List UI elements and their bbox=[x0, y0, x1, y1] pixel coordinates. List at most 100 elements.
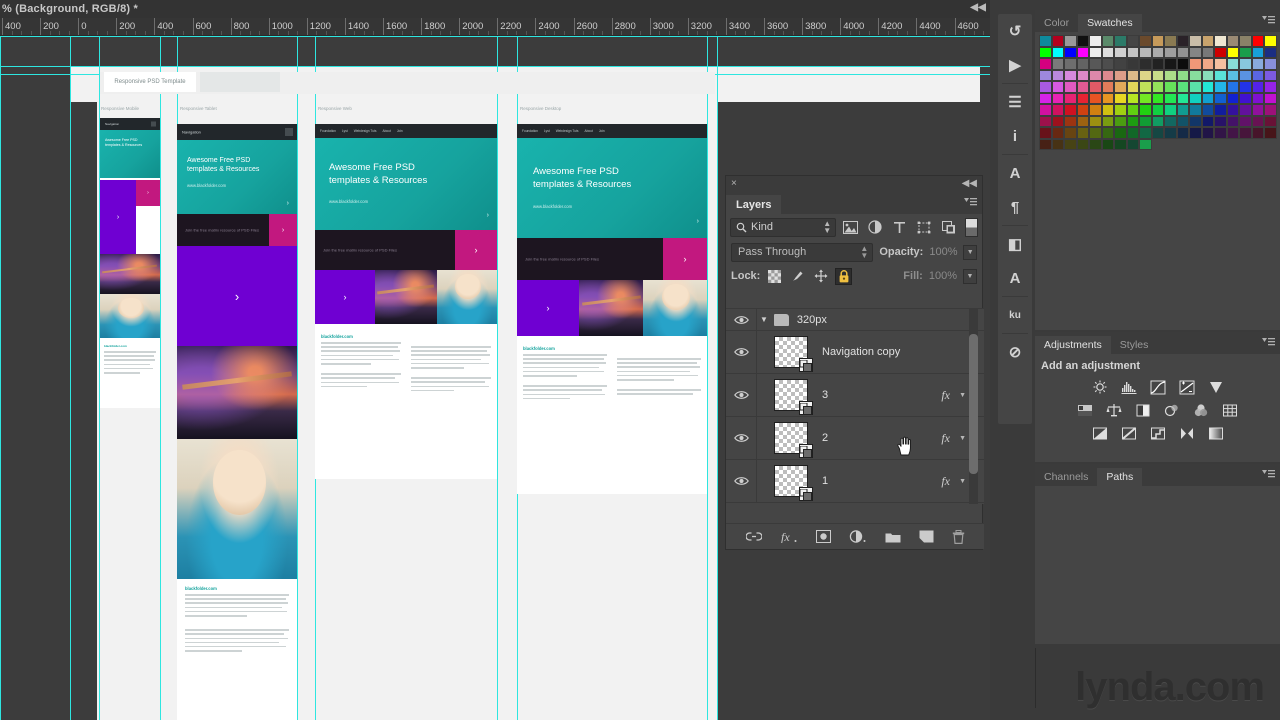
color-swatch[interactable] bbox=[1051, 58, 1064, 70]
desktop-card-arrow[interactable]: › bbox=[663, 238, 707, 280]
layer-visibility-eye-icon[interactable] bbox=[726, 347, 756, 357]
panel-icon-dock[interactable]: ↺ ▶ ☰ i A ¶ ◧ Aku ⊘ bbox=[998, 14, 1032, 424]
mobile-card-arrow[interactable]: › bbox=[136, 180, 160, 206]
color-swatch[interactable] bbox=[1239, 115, 1252, 127]
layer-row[interactable]: 2 fx ▼ bbox=[726, 417, 984, 460]
color-swatch[interactable] bbox=[1064, 138, 1077, 150]
color-swatch[interactable] bbox=[1176, 127, 1189, 139]
color-swatch[interactable] bbox=[1039, 92, 1052, 104]
color-swatch[interactable] bbox=[1039, 69, 1052, 81]
smart-object-filter-icon[interactable] bbox=[939, 218, 960, 237]
tablet-burger-icon[interactable] bbox=[285, 128, 293, 136]
layer-name[interactable]: 2 bbox=[822, 432, 828, 444]
color-swatch[interactable] bbox=[1239, 69, 1252, 81]
color-swatch[interactable] bbox=[1176, 81, 1189, 93]
color-swatch[interactable] bbox=[1151, 69, 1164, 81]
guide-vertical[interactable] bbox=[707, 36, 708, 720]
layer-name[interactable]: 1 bbox=[822, 475, 828, 487]
color-swatch[interactable] bbox=[1239, 92, 1252, 104]
color-swatch[interactable] bbox=[1264, 58, 1277, 70]
color-swatch[interactable] bbox=[1201, 35, 1214, 47]
color-swatch[interactable] bbox=[1126, 35, 1139, 47]
color-swatch[interactable] bbox=[1214, 69, 1227, 81]
color-swatch[interactable] bbox=[1226, 81, 1239, 93]
web-purple-block[interactable]: › bbox=[315, 270, 375, 324]
color-swatch[interactable] bbox=[1076, 127, 1089, 139]
layer-effects-expand-icon[interactable]: ▼ bbox=[959, 478, 966, 485]
color-swatch[interactable] bbox=[1076, 92, 1089, 104]
group-disclosure-triangle-icon[interactable]: ▼ bbox=[760, 315, 768, 324]
color-swatch[interactable] bbox=[1176, 115, 1189, 127]
color-swatch[interactable] bbox=[1089, 35, 1102, 47]
guide-horizontal[interactable] bbox=[0, 66, 990, 67]
color-swatch[interactable] bbox=[1164, 35, 1177, 47]
color-swatch[interactable] bbox=[1264, 69, 1277, 81]
close-icon[interactable]: × bbox=[731, 179, 737, 189]
desktop-hero-url[interactable]: www.blackfolder.com bbox=[533, 204, 691, 209]
color-swatch[interactable] bbox=[1101, 58, 1114, 70]
color-balance-icon[interactable] bbox=[1105, 402, 1124, 419]
lock-image-pixels-icon[interactable] bbox=[789, 268, 806, 285]
pixel-layers-filter-icon[interactable] bbox=[840, 218, 861, 237]
mobile-burger-icon[interactable] bbox=[151, 121, 156, 127]
color-swatch[interactable] bbox=[1214, 115, 1227, 127]
color-swatch[interactable] bbox=[1251, 58, 1264, 70]
color-swatch[interactable] bbox=[1139, 115, 1152, 127]
color-swatch[interactable] bbox=[1189, 58, 1202, 70]
color-swatch[interactable] bbox=[1226, 92, 1239, 104]
selective-color-icon[interactable] bbox=[1177, 425, 1196, 442]
color-swatch[interactable] bbox=[1151, 35, 1164, 47]
guide-vertical[interactable] bbox=[717, 36, 718, 720]
color-swatch[interactable] bbox=[1051, 46, 1064, 58]
mockup-tablet[interactable]: Navigation Awesome Free PSD templates & … bbox=[177, 124, 297, 720]
color-swatch[interactable] bbox=[1251, 127, 1264, 139]
color-swatch[interactable] bbox=[1251, 104, 1264, 116]
layers-panel[interactable]: × ◀◀ Layers Kind ▲ ▼ Pass Through ▲ ▼ Op… bbox=[725, 175, 984, 550]
posterize-icon[interactable] bbox=[1119, 425, 1138, 442]
layer-row[interactable]: ▼ 320px bbox=[726, 309, 984, 331]
color-swatch[interactable] bbox=[1214, 46, 1227, 58]
color-swatch[interactable] bbox=[1239, 35, 1252, 47]
color-swatch[interactable] bbox=[1226, 127, 1239, 139]
color-swatch[interactable] bbox=[1051, 81, 1064, 93]
layer-name[interactable]: 320px bbox=[797, 314, 827, 326]
color-swatch[interactable] bbox=[1089, 58, 1102, 70]
color-swatch[interactable] bbox=[1201, 127, 1214, 139]
guide-vertical[interactable] bbox=[497, 36, 498, 720]
color-swatch[interactable] bbox=[1251, 81, 1264, 93]
color-swatch[interactable] bbox=[1251, 92, 1264, 104]
add-layer-style-icon[interactable]: fx bbox=[780, 530, 798, 543]
color-swatch[interactable] bbox=[1076, 46, 1089, 58]
panel-menu-icon[interactable] bbox=[1262, 15, 1275, 25]
web-card-arrow[interactable]: › bbox=[455, 230, 497, 270]
color-swatch[interactable] bbox=[1226, 115, 1239, 127]
adjustments-row-2[interactable] bbox=[1035, 399, 1280, 422]
layer-visibility-eye-icon[interactable] bbox=[726, 433, 756, 443]
new-layer-icon[interactable] bbox=[919, 530, 934, 543]
tab-styles[interactable]: Styles bbox=[1110, 336, 1158, 354]
color-swatch[interactable] bbox=[1101, 127, 1114, 139]
color-swatch[interactable] bbox=[1126, 115, 1139, 127]
adjustments-panel[interactable]: Adjustments Styles Add an adjustment bbox=[1035, 332, 1280, 462]
color-swatch[interactable] bbox=[1176, 92, 1189, 104]
color-swatch[interactable] bbox=[1176, 69, 1189, 81]
layer-list-scrollbar-thumb[interactable] bbox=[969, 334, 978, 474]
swatch-grid[interactable] bbox=[1035, 32, 1279, 152]
layer-thumbnail[interactable] bbox=[774, 422, 813, 458]
tab-paths[interactable]: Paths bbox=[1097, 468, 1143, 486]
color-swatch[interactable] bbox=[1089, 69, 1102, 81]
layer-visibility-eye-icon[interactable] bbox=[726, 390, 756, 400]
color-swatch[interactable] bbox=[1264, 46, 1277, 58]
color-swatch[interactable] bbox=[1164, 58, 1177, 70]
color-swatch[interactable] bbox=[1264, 104, 1277, 116]
color-swatch[interactable] bbox=[1064, 104, 1077, 116]
guide-vertical[interactable] bbox=[160, 36, 161, 720]
color-swatch[interactable] bbox=[1251, 35, 1264, 47]
color-swatch[interactable] bbox=[1064, 115, 1077, 127]
type-layers-filter-icon[interactable] bbox=[889, 218, 910, 237]
photo-filter-icon[interactable] bbox=[1163, 402, 1182, 419]
color-swatch[interactable] bbox=[1164, 69, 1177, 81]
layer-row[interactable]: 1 fx ▼ bbox=[726, 460, 984, 503]
black-white-icon[interactable] bbox=[1134, 402, 1153, 419]
color-swatch[interactable] bbox=[1214, 35, 1227, 47]
